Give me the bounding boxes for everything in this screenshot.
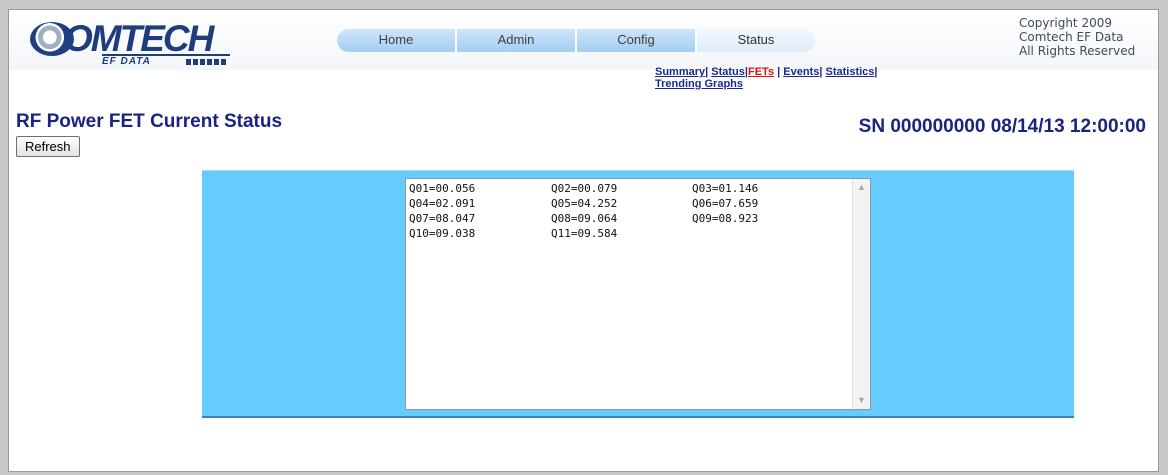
copyright-rights: All Rights Reserved bbox=[1019, 44, 1136, 58]
fet-reading: Q06=07.659 bbox=[692, 197, 759, 210]
textarea-scrollbar[interactable]: ▲ ▼ bbox=[852, 179, 870, 409]
page-title: RF Power FET Current Status bbox=[16, 111, 283, 132]
subnav-fets-link[interactable]: FETs bbox=[748, 66, 774, 78]
subnav-separator: | bbox=[705, 66, 709, 78]
tab-home[interactable]: Home bbox=[337, 28, 455, 52]
comtech-logo[interactable]: OMTECH EF DATA bbox=[24, 16, 264, 72]
scroll-up-arrow-icon[interactable]: ▲ bbox=[854, 180, 869, 195]
subnav-status-link[interactable]: Status bbox=[711, 66, 745, 78]
subnav-separator: | bbox=[774, 66, 784, 78]
fet-reading: Q09=08.923 bbox=[692, 212, 759, 225]
subnav-trending-link[interactable]: Trending Graphs bbox=[655, 78, 743, 90]
subnav-statistics-link[interactable]: Statistics bbox=[825, 66, 874, 78]
status-subnav: Summary| Status|FETs | Events| Statistic… bbox=[655, 66, 915, 90]
main-nav: Home Admin Config Status bbox=[337, 28, 815, 52]
fet-reading: Q10=09.038 bbox=[409, 227, 476, 240]
fet-reading: Q03=01.146 bbox=[692, 182, 759, 195]
copyright-line: Copyright 2009 bbox=[1019, 16, 1112, 30]
fet-reading: Q04=02.091 bbox=[409, 197, 476, 210]
scroll-down-arrow-icon[interactable]: ▼ bbox=[854, 393, 869, 408]
fet-reading: Q05=04.252 bbox=[551, 197, 618, 210]
tab-admin[interactable]: Admin bbox=[457, 28, 575, 52]
copyright-company: Comtech EF Data bbox=[1019, 30, 1124, 44]
serial-datetime: SN 000000000 08/14/13 12:00:00 bbox=[858, 116, 1146, 137]
fet-reading: Q08=09.064 bbox=[551, 212, 618, 225]
fet-reading: Q07=08.047 bbox=[409, 212, 476, 225]
tab-status[interactable]: Status bbox=[697, 28, 815, 52]
refresh-button[interactable]: Refresh bbox=[16, 136, 80, 157]
browser-frame: OMTECH EF DATA Home Admin Config Status … bbox=[8, 9, 1159, 472]
fet-status-panel: Q01=00.056 Q02=00.079 Q03=01.146 Q04=02.… bbox=[202, 170, 1074, 418]
fet-reading: Q02=00.079 bbox=[551, 182, 618, 195]
fet-current-textarea[interactable]: Q01=00.056 Q02=00.079 Q03=01.146 Q04=02.… bbox=[405, 178, 871, 410]
copyright-block: Copyright 2009 Comtech EF Data All Right… bbox=[1019, 16, 1158, 58]
fet-reading: Q01=00.056 bbox=[409, 182, 476, 195]
subnav-summary-link[interactable]: Summary bbox=[655, 66, 705, 78]
fet-reading: Q11=09.584 bbox=[551, 227, 618, 240]
logo-bars-icon bbox=[186, 59, 228, 65]
logo-subtitle: EF DATA bbox=[102, 56, 151, 67]
subnav-separator: | bbox=[874, 66, 878, 78]
subnav-events-link[interactable]: Events bbox=[783, 66, 819, 78]
fet-readings: Q01=00.056 Q02=00.079 Q03=01.146 Q04=02.… bbox=[409, 181, 832, 241]
logo-wordmark: OMTECH bbox=[64, 18, 214, 59]
tab-config[interactable]: Config bbox=[577, 28, 695, 52]
